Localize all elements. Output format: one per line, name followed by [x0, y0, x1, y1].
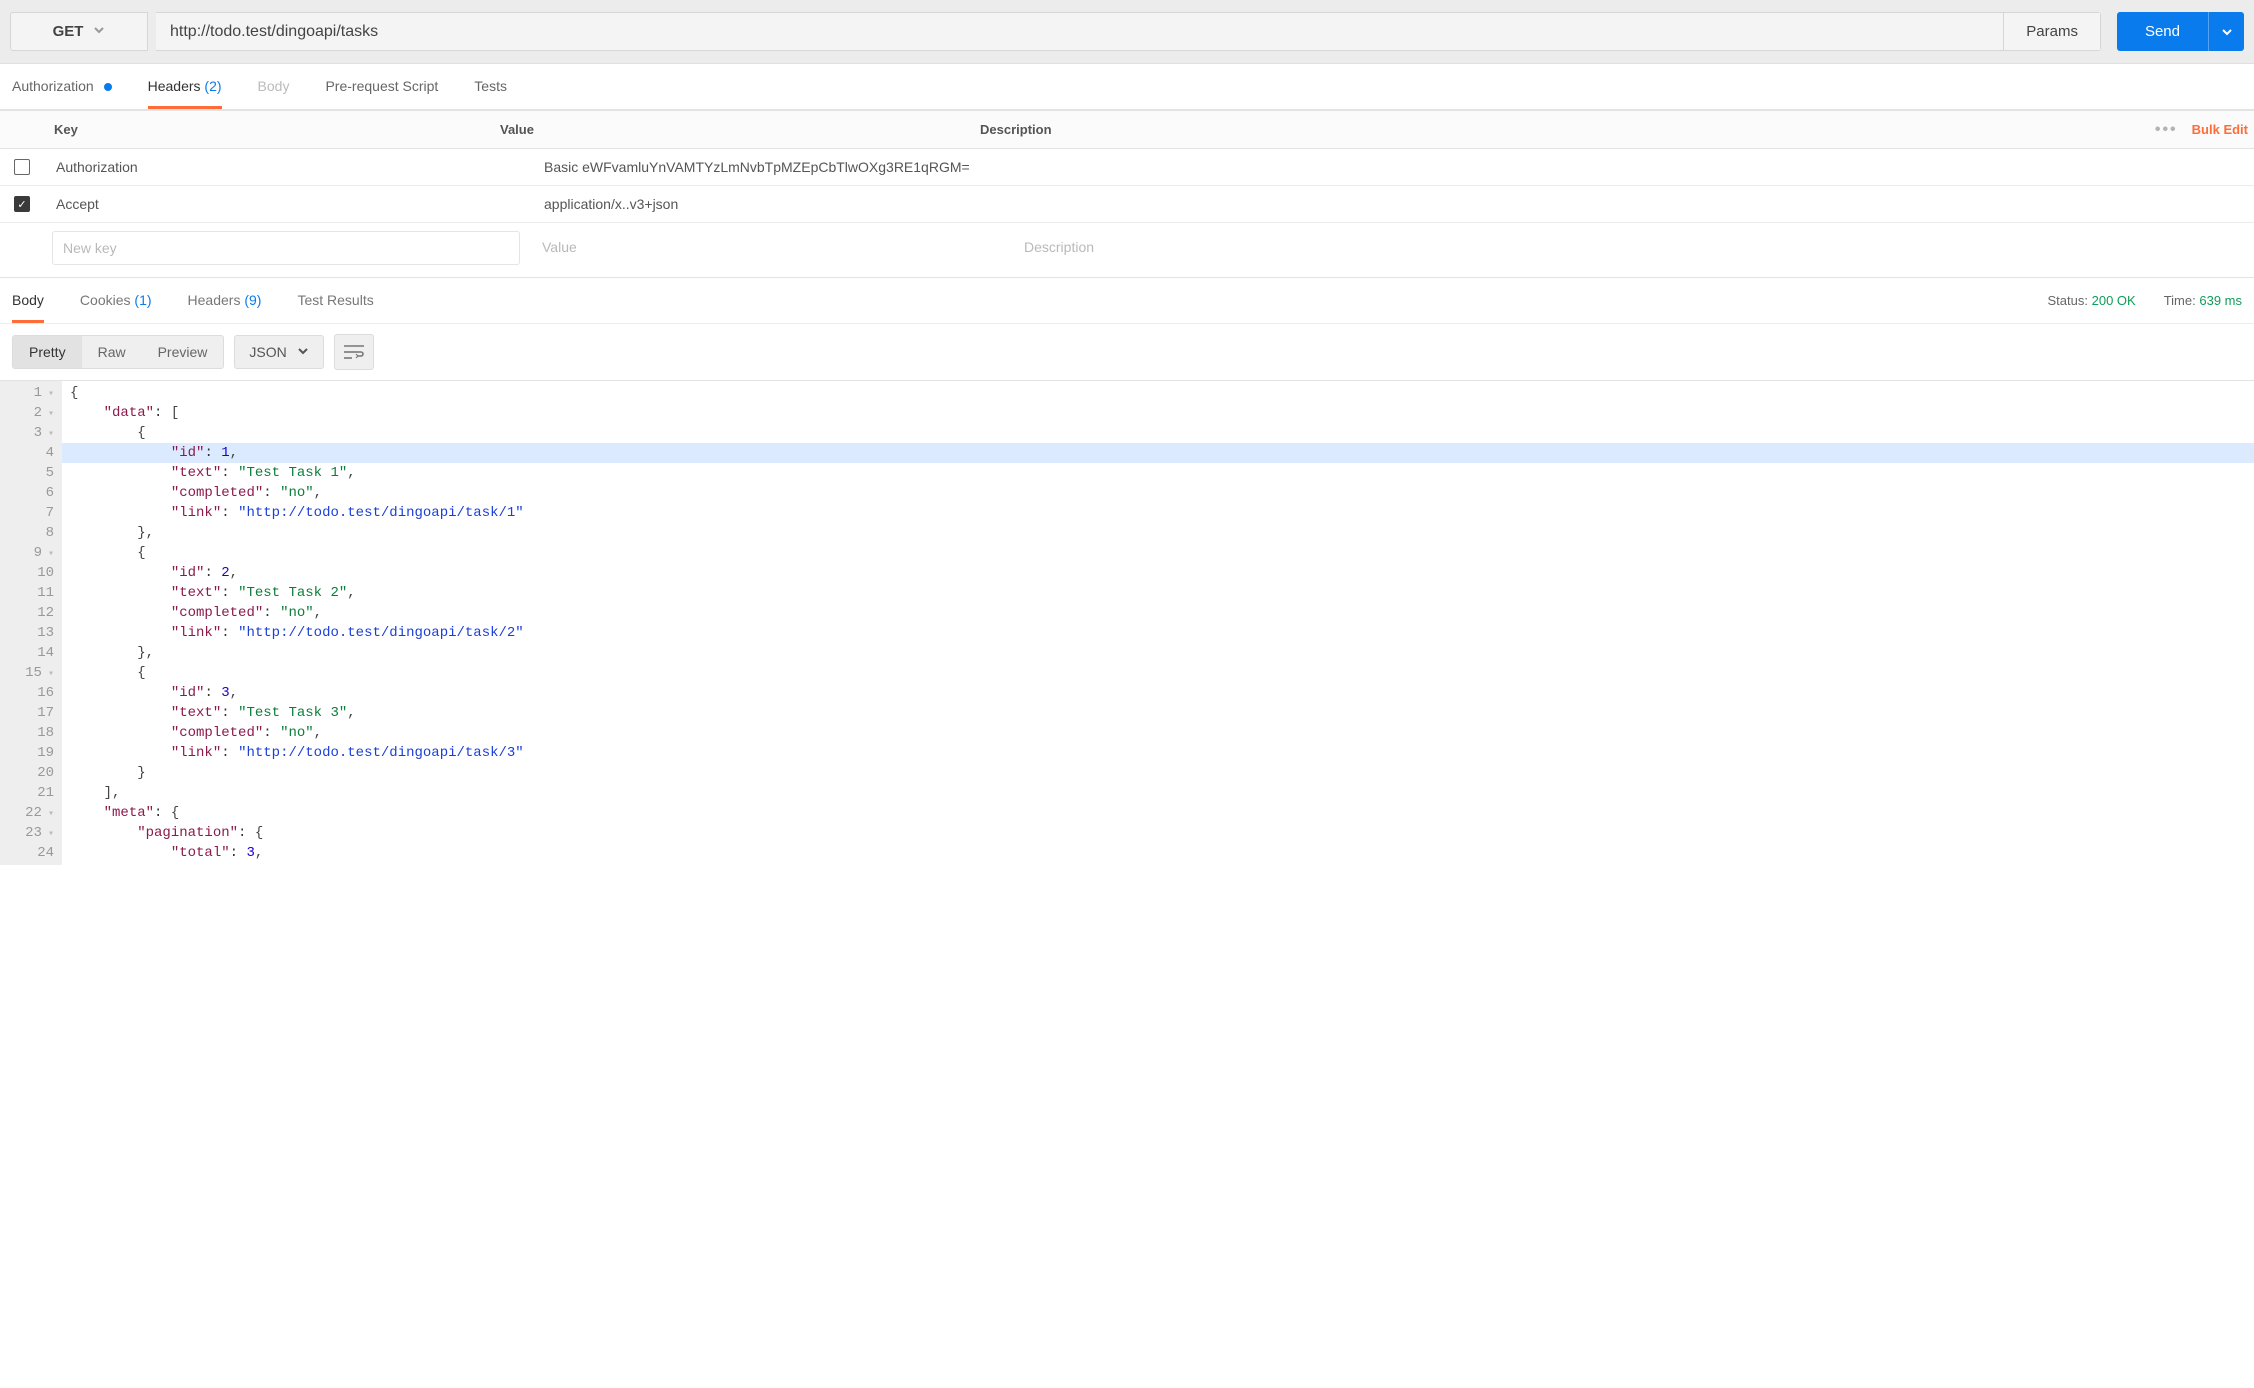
response-body: 123456789101112131415161718192021222324 … — [0, 380, 2254, 865]
code-line: "pagination": { — [62, 823, 2254, 843]
head-key: Key — [0, 111, 488, 148]
code-line: "id": 3, — [62, 683, 2254, 703]
response-meta: Status: 200 OK Time: 639 ms — [2048, 293, 2242, 308]
dot-icon — [104, 83, 112, 91]
time-value: 639 ms — [2199, 293, 2242, 308]
more-icon[interactable]: ••• — [2155, 121, 2178, 139]
tab-prerequest[interactable]: Pre-request Script — [325, 64, 438, 109]
resp-tab-cookies[interactable]: Cookies (1) — [80, 278, 152, 323]
code-line: "total": 3, — [62, 843, 2254, 863]
wrap-lines-button[interactable] — [334, 334, 374, 370]
header-desc[interactable] — [1012, 157, 2254, 177]
code-line: ], — [62, 783, 2254, 803]
header-value[interactable]: application/x..v3+json — [532, 186, 1012, 222]
checkbox[interactable] — [14, 159, 30, 175]
url-input-wrap: Params — [156, 12, 2101, 51]
request-bar: GET Params Send — [0, 0, 2254, 64]
new-value-placeholder[interactable]: Value — [532, 231, 1002, 265]
url-input[interactable] — [156, 13, 2003, 50]
code-line: { — [62, 543, 2254, 563]
status-block: Status: 200 OK — [2048, 293, 2136, 308]
tab-tests[interactable]: Tests — [474, 64, 507, 109]
view-raw[interactable]: Raw — [82, 336, 142, 368]
code-line: }, — [62, 643, 2254, 663]
params-button[interactable]: Params — [2003, 13, 2100, 50]
resp-tab-headers[interactable]: Headers (9) — [188, 278, 262, 323]
send-group: Send — [2117, 12, 2244, 51]
head-desc: Description — [968, 111, 2155, 148]
view-preview[interactable]: Preview — [142, 336, 224, 368]
new-desc-placeholder[interactable]: Description — [1014, 231, 2242, 265]
code-line: { — [62, 383, 2254, 403]
bulk-edit-button[interactable]: Bulk Edit — [2192, 122, 2248, 137]
format-select[interactable]: JSON — [234, 335, 323, 369]
view-mode-segment: Pretty Raw Preview — [12, 335, 224, 369]
code-line: "link": "http://todo.test/dingoapi/task/… — [62, 743, 2254, 763]
code-line: "meta": { — [62, 803, 2254, 823]
code-line: { — [62, 663, 2254, 683]
request-tabs: Authorization Headers (2) Body Pre-reque… — [0, 64, 2254, 110]
headers-new-row: Value Description — [0, 223, 2254, 273]
resp-tab-body[interactable]: Body — [12, 278, 44, 323]
response-tabs-row: Body Cookies (1) Headers (9) Test Result… — [0, 277, 2254, 324]
tab-body[interactable]: Body — [258, 64, 290, 109]
header-value[interactable]: Basic eWFvamluYnVAMTYzLmNvbTpMZEpCbTlwOX… — [532, 149, 1012, 185]
code-line: { — [62, 423, 2254, 443]
header-key[interactable]: Authorization — [44, 149, 532, 185]
header-desc[interactable] — [1012, 194, 2254, 214]
time-block: Time: 639 ms — [2164, 293, 2242, 308]
tab-authorization[interactable]: Authorization — [12, 64, 112, 109]
table-row: Authorization Basic eWFvamluYnVAMTYzLmNv… — [0, 149, 2254, 186]
code-line: "link": "http://todo.test/dingoapi/task/… — [62, 503, 2254, 523]
head-value: Value — [488, 111, 968, 148]
code-line: "text": "Test Task 3", — [62, 703, 2254, 723]
code-line: "id": 1, — [62, 443, 2254, 463]
code-line: "text": "Test Task 2", — [62, 583, 2254, 603]
method-label: GET — [53, 23, 84, 40]
headers-table: Key Value Description ••• Bulk Edit Auth… — [0, 110, 2254, 273]
code-line: "id": 2, — [62, 563, 2254, 583]
send-button[interactable]: Send — [2117, 12, 2208, 51]
code-line: } — [62, 763, 2254, 783]
view-pretty[interactable]: Pretty — [13, 336, 82, 368]
code-line: "completed": "no", — [62, 483, 2254, 503]
tab-headers[interactable]: Headers (2) — [148, 64, 222, 109]
code-line: "link": "http://todo.test/dingoapi/task/… — [62, 623, 2254, 643]
code-area[interactable]: { "data": [ { "id": 1, "text": "Test Tas… — [62, 381, 2254, 865]
checkbox[interactable]: ✓ — [14, 196, 30, 212]
response-tabs: Body Cookies (1) Headers (9) Test Result… — [12, 278, 374, 323]
send-dropdown[interactable] — [2208, 12, 2244, 51]
headers-table-head: Key Value Description ••• Bulk Edit — [0, 111, 2254, 149]
method-select[interactable]: GET — [10, 12, 148, 51]
code-line: "completed": "no", — [62, 603, 2254, 623]
status-value: 200 OK — [2092, 293, 2136, 308]
new-key-input[interactable] — [52, 231, 520, 265]
code-line: "completed": "no", — [62, 723, 2254, 743]
code-line: "data": [ — [62, 403, 2254, 423]
chevron-down-icon — [93, 23, 105, 40]
code-line: }, — [62, 523, 2254, 543]
line-gutter: 123456789101112131415161718192021222324 — [0, 381, 62, 865]
table-row: ✓ Accept application/x..v3+json — [0, 186, 2254, 223]
header-key[interactable]: Accept — [44, 186, 532, 222]
body-toolbar: Pretty Raw Preview JSON — [0, 324, 2254, 380]
chevron-down-icon — [297, 344, 309, 360]
resp-tab-tests[interactable]: Test Results — [297, 278, 373, 323]
code-line: "text": "Test Task 1", — [62, 463, 2254, 483]
